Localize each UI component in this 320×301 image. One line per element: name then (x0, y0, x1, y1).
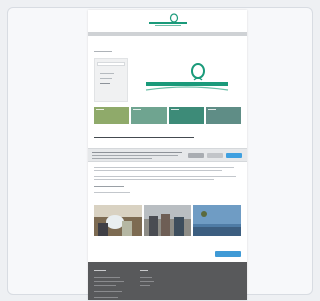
page-headline (94, 136, 194, 139)
cookie-reject-button[interactable] (207, 153, 223, 158)
breadcrumb[interactable] (94, 51, 112, 52)
website-preview[interactable] (88, 10, 247, 300)
load-more-button[interactable] (215, 251, 241, 257)
search-input[interactable] (97, 62, 125, 66)
hero-banner (132, 58, 242, 102)
main-navigation-bar[interactable] (88, 32, 247, 36)
footer-link[interactable] (94, 277, 120, 278)
gallery-photo[interactable] (143, 205, 192, 236)
logo-leaf-icon (148, 13, 187, 26)
footer-link[interactable] (140, 285, 150, 286)
photo-gallery (94, 205, 242, 236)
site-logo[interactable] (145, 13, 191, 29)
category-tile[interactable] (94, 107, 130, 124)
category-tiles (94, 107, 241, 124)
footer-link[interactable] (94, 291, 122, 292)
category-tile[interactable] (205, 107, 241, 124)
gallery-photo[interactable] (94, 205, 142, 236)
footer-heading (94, 270, 106, 271)
site-header (88, 10, 247, 32)
footer-link[interactable] (140, 277, 152, 278)
footer-link[interactable] (140, 281, 154, 282)
site-footer (88, 262, 247, 300)
cookie-accept-button[interactable] (226, 153, 242, 158)
sidebar-item[interactable] (100, 78, 112, 79)
category-tile[interactable] (168, 107, 204, 124)
footer-link[interactable] (94, 281, 124, 282)
logo-leaf-icon (145, 63, 229, 91)
footer-link[interactable] (94, 297, 118, 298)
sidebar-menu (94, 58, 128, 102)
sidebar-item[interactable] (100, 83, 110, 84)
category-tile[interactable] (131, 107, 167, 124)
sidebar-item[interactable] (100, 73, 114, 74)
cookie-consent-banner (88, 148, 247, 162)
footer-heading (140, 270, 148, 271)
gallery-photo[interactable] (193, 205, 242, 236)
cookie-settings-button[interactable] (188, 153, 204, 158)
footer-link[interactable] (94, 285, 116, 286)
